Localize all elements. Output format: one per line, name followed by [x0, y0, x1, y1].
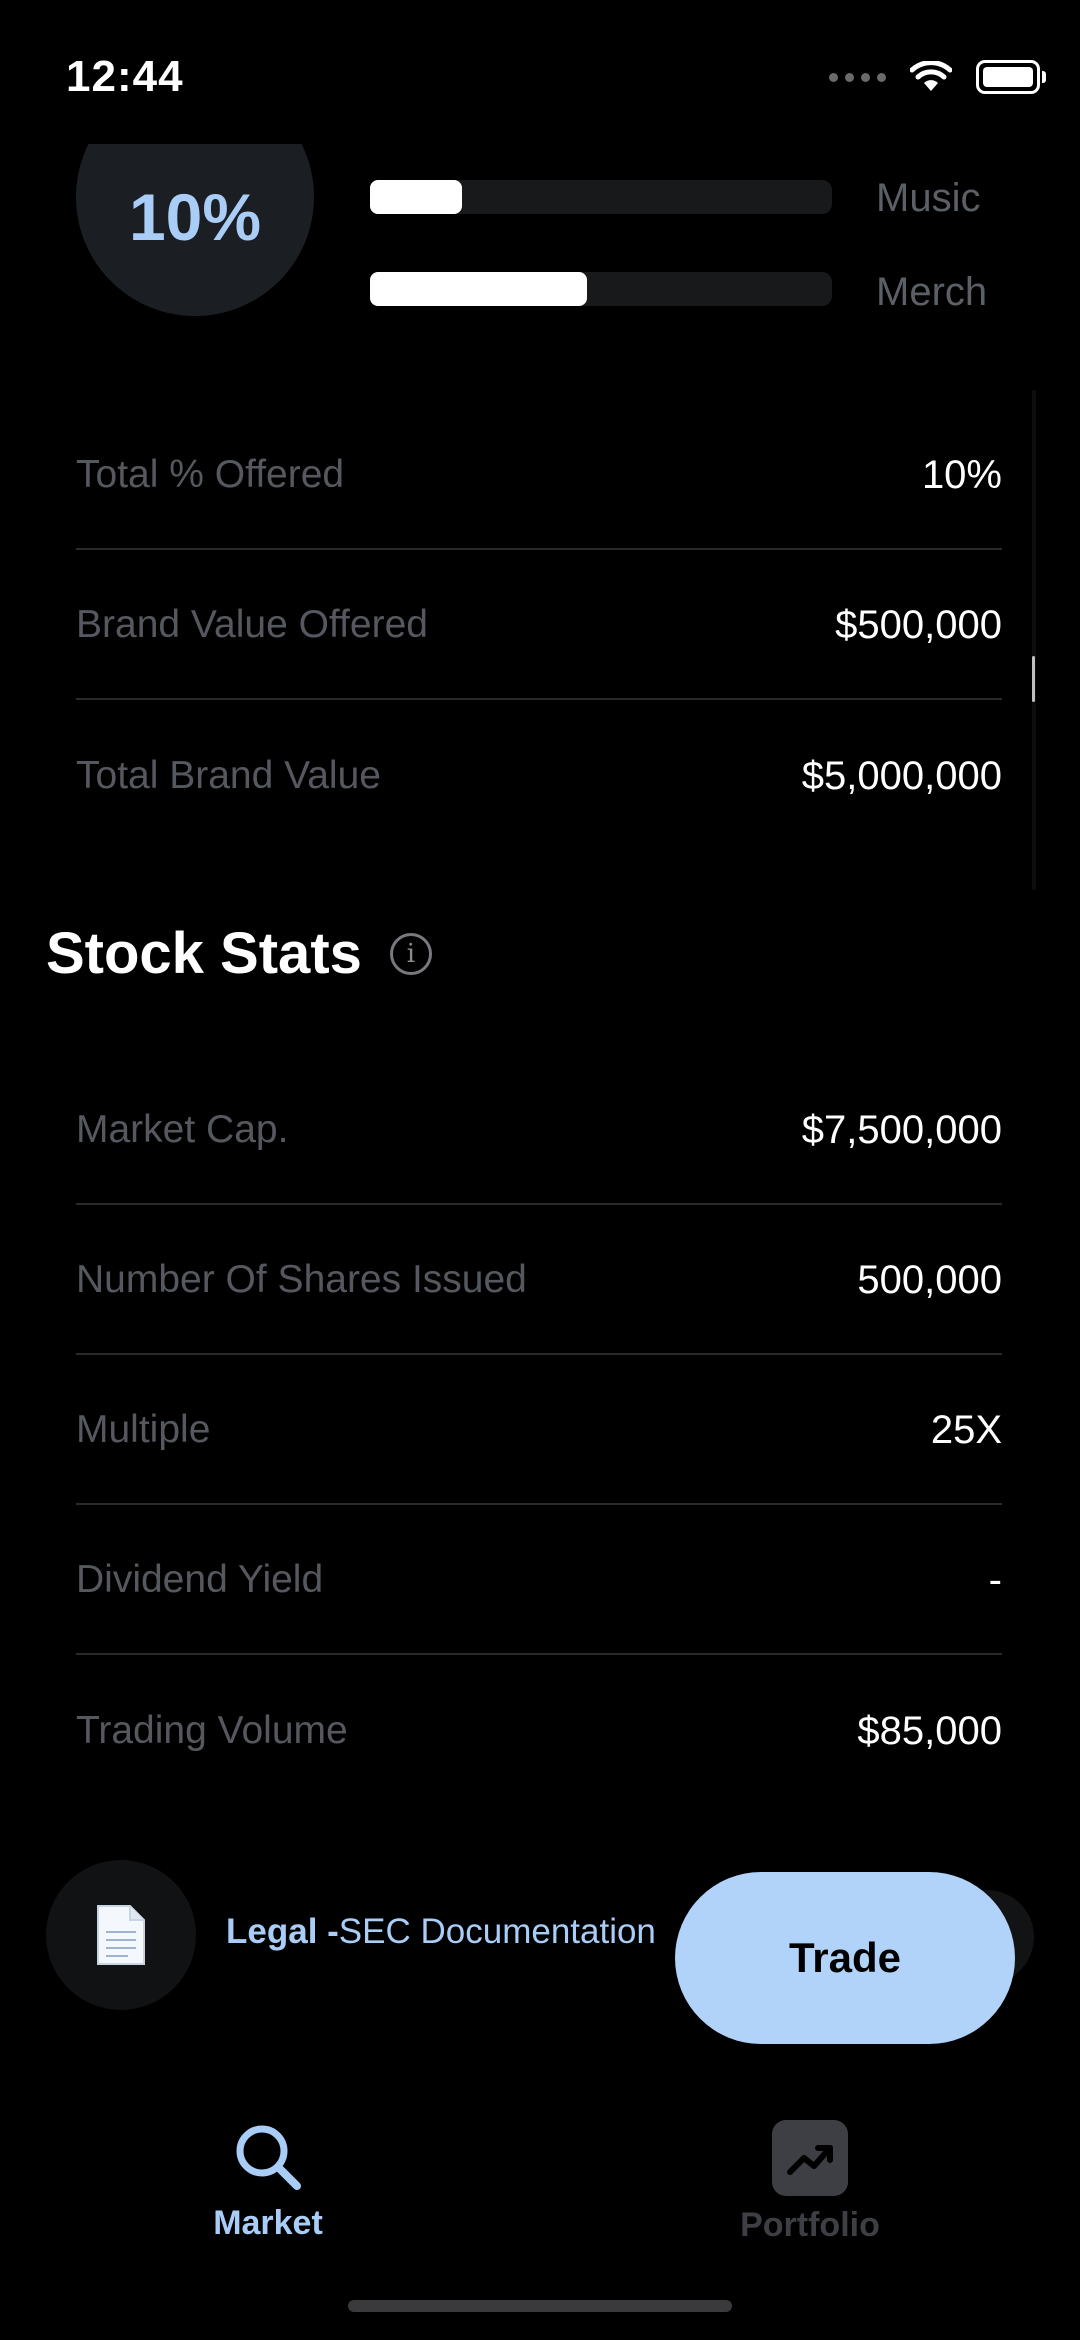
music-progress-fill — [370, 180, 463, 214]
tab-market[interactable]: Market — [158, 2120, 378, 2243]
stat-value: 25X — [930, 1407, 1002, 1452]
stat-row: Market Cap. $7,500,000 — [76, 1057, 1002, 1205]
trade-button[interactable]: Trade — [675, 1872, 1015, 2044]
allocation-percent: 10% — [128, 180, 262, 254]
stock-stats-header: Stock Stats i — [46, 920, 432, 987]
offering-row: Total % Offered 10% — [76, 402, 1002, 550]
music-label: Music — [876, 176, 981, 220]
info-icon[interactable]: i — [389, 932, 432, 975]
offering-label: Brand Value Offered — [76, 603, 428, 646]
stat-row: Trading Volume $85,000 — [76, 1657, 1002, 1805]
merch-label: Merch — [876, 270, 988, 314]
stat-value: 500,000 — [857, 1257, 1002, 1302]
merch-progress-bar — [370, 272, 832, 306]
cellular-signal-icon — [829, 72, 886, 82]
document-icon — [97, 1905, 145, 1965]
music-progress-bar — [370, 180, 832, 214]
battery-icon — [976, 60, 1046, 94]
scrollbar-track[interactable] — [1032, 390, 1036, 890]
legal-sec-documentation-link[interactable]: Legal -SEC Documentation — [226, 1912, 656, 1952]
section-title: Stock Stats — [46, 921, 362, 986]
status-time: 12:44 — [66, 52, 184, 101]
merch-progress-fill — [370, 272, 588, 306]
offering-value: $5,000,000 — [801, 753, 1002, 798]
legal-bold-label: Legal - — [226, 1912, 339, 1951]
offering-value: $500,000 — [835, 602, 1002, 647]
stat-value: $85,000 — [857, 1708, 1002, 1753]
legal-link-text: SEC Documentation — [338, 1912, 656, 1951]
wifi-icon — [910, 61, 952, 91]
stat-value: $7,500,000 — [801, 1107, 1002, 1152]
legal-document-button[interactable] — [46, 1860, 196, 2010]
stat-row: Multiple 25X — [76, 1357, 1002, 1505]
stat-row: Number Of Shares Issued 500,000 — [76, 1207, 1002, 1355]
home-indicator[interactable] — [348, 2300, 732, 2312]
tab-market-label: Market — [213, 2204, 323, 2242]
stat-label: Trading Volume — [76, 1709, 348, 1752]
tab-portfolio[interactable]: Portfolio — [700, 2120, 920, 2245]
stat-label: Market Cap. — [76, 1108, 289, 1151]
stat-label: Number Of Shares Issued — [76, 1258, 527, 1301]
tab-portfolio-label: Portfolio — [740, 2206, 880, 2244]
trending-up-icon — [772, 2120, 848, 2196]
stat-row: Dividend Yield - — [76, 1507, 1002, 1655]
status-bar: 12:44 — [0, 0, 1080, 150]
offering-value: 10% — [921, 452, 1002, 497]
stat-label: Dividend Yield — [76, 1558, 324, 1601]
status-icons — [829, 60, 1046, 94]
offering-row: Brand Value Offered $500,000 — [76, 552, 1002, 700]
stat-label: Multiple — [76, 1408, 211, 1451]
stat-value: - — [988, 1557, 1002, 1602]
offering-label: Total Brand Value — [76, 754, 381, 797]
offering-label: Total % Offered — [76, 453, 345, 496]
search-icon — [236, 2125, 301, 2190]
offering-row: Total Brand Value $5,000,000 — [76, 702, 1002, 850]
scrollbar-thumb[interactable] — [1032, 656, 1035, 702]
